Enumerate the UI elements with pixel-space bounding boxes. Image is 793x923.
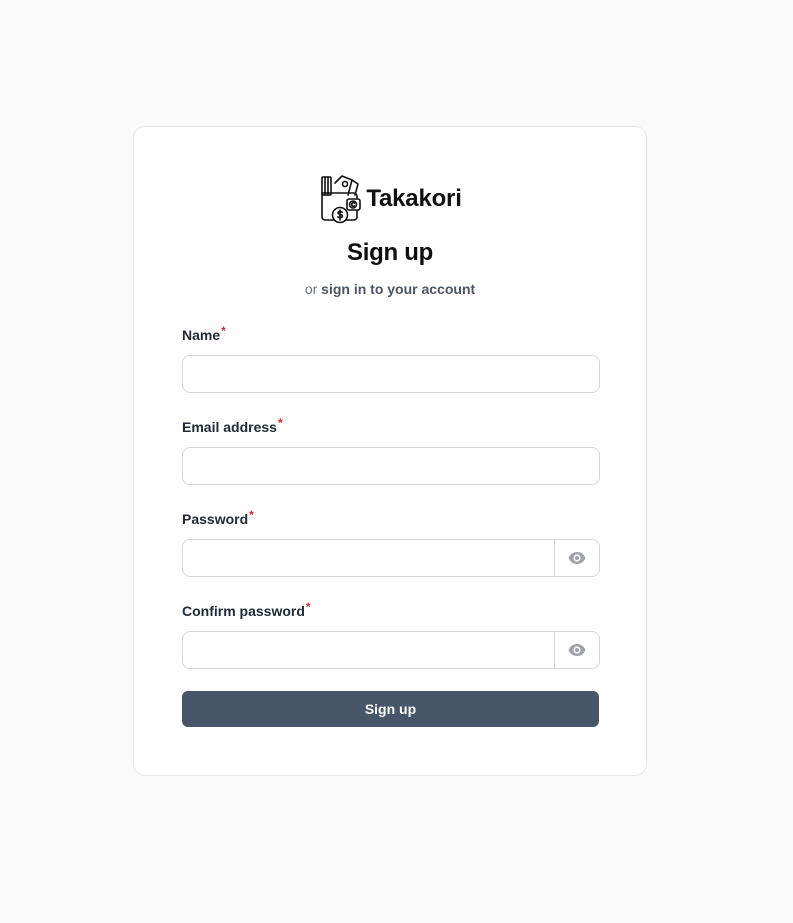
subtitle: or sign in to your account: [134, 281, 646, 297]
brand-name: Takakori: [366, 185, 462, 212]
name-label-text: Name: [182, 327, 221, 343]
password-field-group: Password*: [182, 508, 600, 577]
subtitle-prefix: or: [304, 281, 318, 297]
password-label-text: Password: [182, 511, 249, 527]
email-input-wrapper: [182, 447, 600, 485]
name-field-group: Name*: [182, 324, 600, 393]
email-field-group: Email address*: [182, 416, 600, 485]
name-label: Name*: [182, 324, 600, 345]
wallet-money-icon: [318, 173, 362, 225]
brand: Takakori: [134, 173, 646, 225]
email-label-text: Email address: [182, 419, 277, 435]
password-label: Password*: [182, 508, 600, 529]
confirm-password-label-text: Confirm password: [182, 603, 305, 619]
password-input[interactable]: [183, 540, 554, 576]
confirm-password-field-group: Confirm password*: [182, 600, 600, 669]
show-confirm-password-button[interactable]: [554, 632, 599, 668]
required-marker: *: [305, 600, 311, 614]
eye-icon: [567, 640, 587, 660]
required-marker: *: [249, 508, 254, 522]
password-input-wrapper: [182, 539, 600, 577]
required-marker: *: [221, 324, 226, 338]
email-label: Email address*: [182, 416, 600, 437]
confirm-password-input-wrapper: [182, 631, 600, 669]
eye-icon: [567, 548, 587, 568]
sign-in-link[interactable]: sign in to your account: [321, 281, 475, 297]
sign-up-button[interactable]: Sign up: [182, 691, 599, 727]
show-password-button[interactable]: [554, 540, 599, 576]
signup-card: Takakori Sign up or sign in to your acco…: [133, 126, 647, 776]
email-input[interactable]: [183, 448, 599, 484]
page-title: Sign up: [347, 239, 433, 266]
name-input-wrapper: [182, 355, 600, 393]
required-marker: *: [277, 416, 283, 430]
confirm-password-label: Confirm password*: [182, 600, 600, 621]
confirm-password-input[interactable]: [183, 632, 554, 668]
name-input[interactable]: [183, 356, 599, 392]
